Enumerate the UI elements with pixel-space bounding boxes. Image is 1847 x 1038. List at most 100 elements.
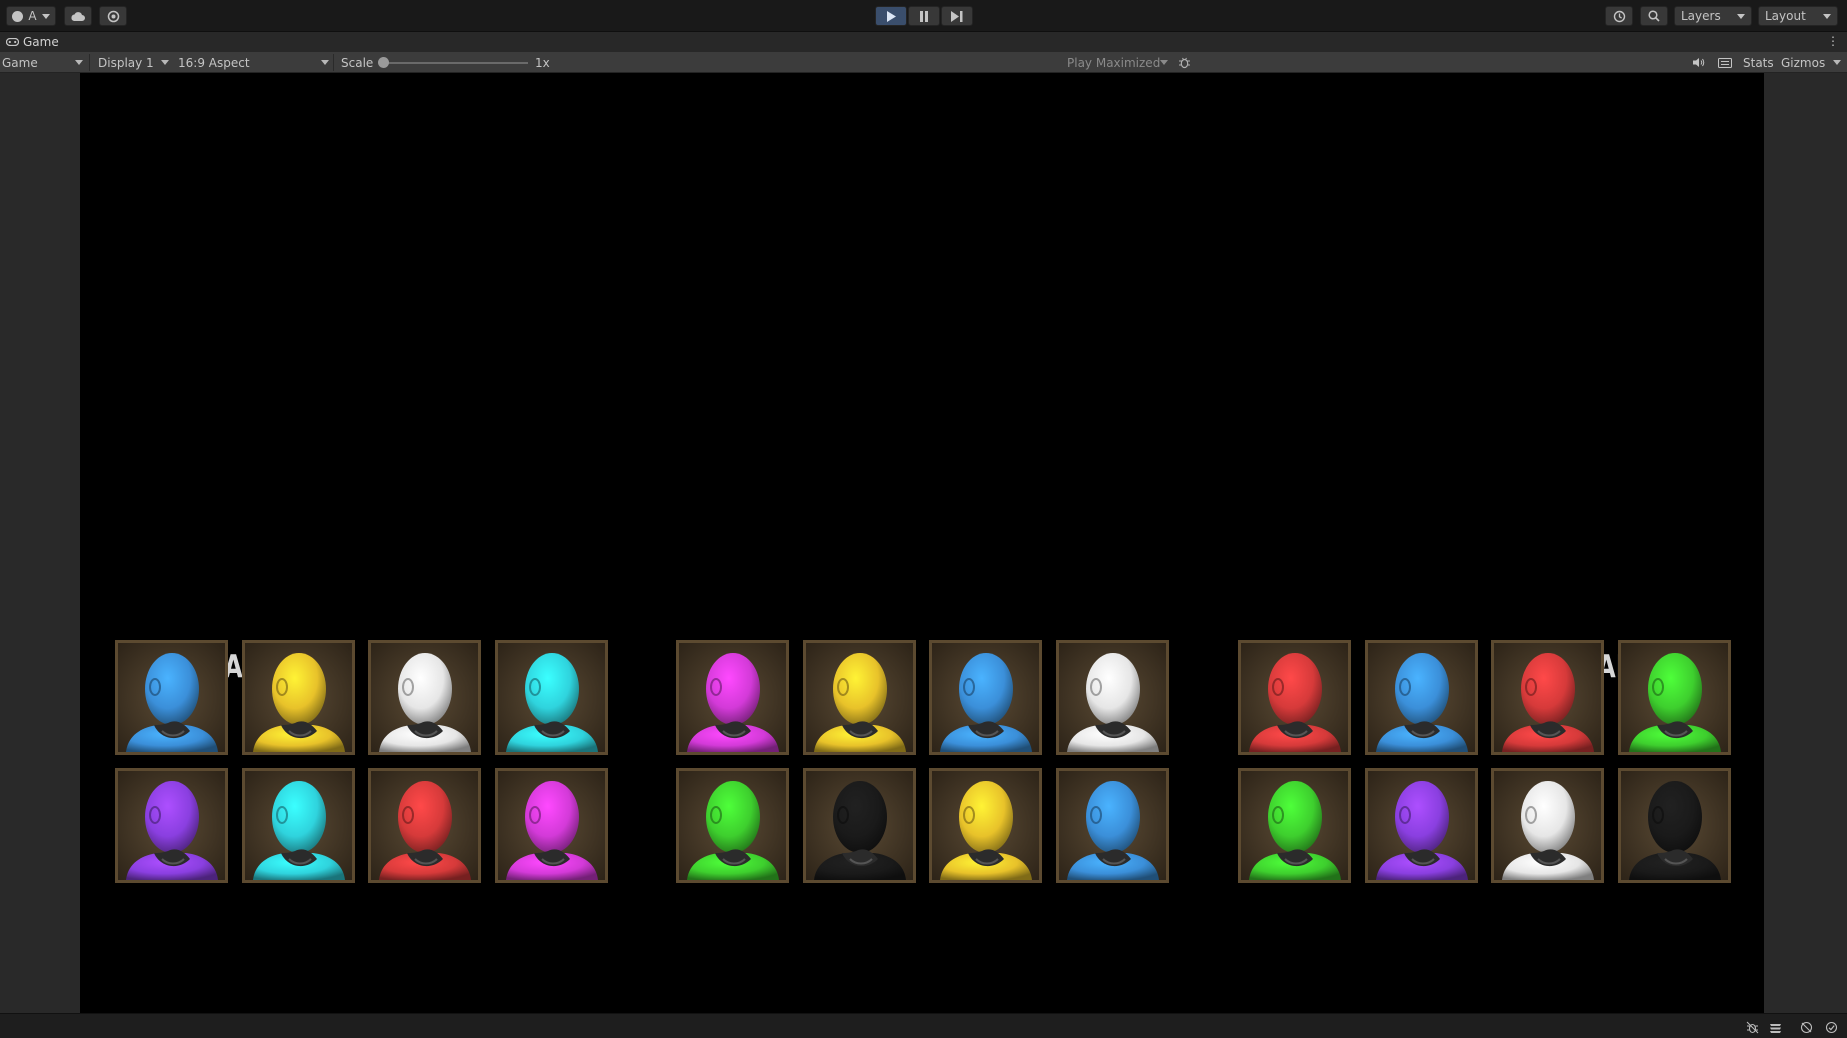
play-mode-dropdown[interactable]: Play Maximized	[1067, 52, 1160, 73]
character-portrait	[932, 771, 1039, 880]
layout-dropdown[interactable]: Layout	[1758, 6, 1838, 26]
gizmos-dropdown[interactable]: Gizmos	[1781, 52, 1825, 73]
scale-slider-handle[interactable]	[378, 57, 389, 68]
tab-title: Game	[23, 35, 59, 49]
chevron-down-icon	[75, 60, 83, 65]
more-options-icon[interactable]: ⋮	[1827, 34, 1839, 48]
character-slot[interactable]	[1491, 768, 1604, 883]
character-portrait	[679, 643, 786, 752]
character-slot[interactable]	[241, 768, 355, 883]
account-dropdown[interactable]: A	[6, 6, 56, 26]
character-slot[interactable]	[1055, 768, 1169, 883]
character-slot[interactable]	[1238, 768, 1351, 883]
character-slot[interactable]	[1364, 640, 1478, 755]
character-portrait	[244, 771, 352, 880]
game-viewport[interactable]: PRESS ANY KEY PRESS ANY KEY	[80, 73, 1764, 1013]
play-button[interactable]	[875, 6, 907, 26]
character-portrait	[1058, 643, 1166, 752]
character-portrait	[118, 771, 225, 880]
chevron-down-icon	[41, 13, 50, 19]
scale-label: Scale	[341, 55, 374, 70]
game-mode-dropdown[interactable]: Game	[2, 52, 38, 73]
character-slot[interactable]	[241, 640, 355, 755]
undo-history-button[interactable]	[1605, 6, 1633, 26]
character-portrait	[244, 643, 352, 752]
divider	[89, 54, 90, 71]
character-slot[interactable]	[676, 768, 789, 883]
collab-button[interactable]	[99, 6, 127, 26]
search-button[interactable]	[1640, 6, 1668, 26]
keyboard-button[interactable]	[1718, 52, 1732, 73]
character-slot[interactable]	[802, 768, 916, 883]
display-dropdown[interactable]: Display 1	[98, 52, 154, 73]
bug-button[interactable]	[1178, 52, 1191, 73]
character-slot[interactable]	[115, 768, 228, 883]
scale-slider-track[interactable]	[384, 62, 528, 64]
layers-label: Layers	[1681, 9, 1721, 23]
chevron-down-icon	[161, 60, 169, 65]
character-slot[interactable]	[368, 768, 481, 883]
character-portrait	[1241, 643, 1348, 752]
game-mode-label: Game	[2, 55, 38, 70]
layout-label: Layout	[1765, 9, 1806, 23]
progress-stack-icon[interactable]	[1768, 1020, 1782, 1034]
character-slot[interactable]	[1364, 768, 1478, 883]
keyboard-icon	[1718, 57, 1732, 68]
chevron-down-icon	[321, 60, 329, 65]
character-portrait	[371, 643, 478, 752]
network-icon[interactable]	[1799, 1020, 1813, 1034]
check-circle-icon[interactable]	[1824, 1020, 1838, 1034]
gizmos-label: Gizmos	[1781, 55, 1826, 70]
aspect-label: 16:9 Aspect	[178, 55, 250, 70]
history-icon	[1613, 10, 1625, 22]
game-view-toolbar: Game Display 1 16:9 Aspect Scale 1x Play…	[0, 52, 1847, 73]
account-label: A	[28, 9, 37, 23]
pause-button[interactable]	[908, 6, 940, 26]
step-button[interactable]	[941, 6, 973, 26]
character-slot[interactable]	[115, 640, 228, 755]
chevron-down-icon	[1833, 60, 1841, 65]
window-tab-bar: Game ⋮	[0, 32, 1847, 52]
character-slot[interactable]	[929, 640, 1042, 755]
character-slot[interactable]	[1055, 640, 1169, 755]
character-portrait	[1494, 643, 1601, 752]
bug-icon	[1179, 57, 1190, 69]
character-portrait	[1620, 643, 1728, 752]
character-slot[interactable]	[1617, 768, 1731, 883]
scale-value: 1x	[535, 55, 550, 70]
audio-button[interactable]	[1692, 52, 1705, 73]
bug-icon[interactable]	[1745, 1020, 1759, 1034]
cloud-icon	[71, 11, 85, 21]
tab-game[interactable]: Game	[0, 35, 59, 49]
character-slot[interactable]	[494, 768, 608, 883]
character-portrait	[1367, 643, 1475, 752]
character-portrait	[679, 771, 786, 880]
aspect-dropdown[interactable]: 16:9 Aspect	[178, 52, 250, 73]
character-portrait	[1620, 771, 1728, 880]
play-icon	[887, 10, 896, 22]
character-portrait	[1367, 771, 1475, 880]
stats-button[interactable]: Stats	[1743, 52, 1774, 73]
chevron-down-icon	[1737, 14, 1745, 19]
cloud-button[interactable]	[64, 6, 92, 26]
character-slot[interactable]	[1617, 640, 1731, 755]
main-toolbar: A Layers Layout	[0, 0, 1847, 32]
character-slot[interactable]	[802, 640, 916, 755]
character-slot[interactable]	[1491, 640, 1604, 755]
play-mode-label: Play Maximized	[1067, 55, 1161, 70]
account-icon	[12, 10, 24, 22]
layers-dropdown[interactable]: Layers	[1674, 6, 1752, 26]
character-portrait	[1494, 771, 1601, 880]
speaker-icon	[1693, 58, 1705, 67]
character-slot[interactable]	[929, 768, 1042, 883]
character-portrait	[118, 643, 225, 752]
character-slot[interactable]	[676, 640, 789, 755]
character-portrait	[1058, 771, 1166, 880]
character-slot[interactable]	[494, 640, 608, 755]
search-icon	[1648, 10, 1660, 22]
character-slot[interactable]	[368, 640, 481, 755]
character-slot[interactable]	[1238, 640, 1351, 755]
character-portrait	[497, 771, 605, 880]
character-portrait	[932, 643, 1039, 752]
display-label: Display 1	[98, 55, 154, 70]
